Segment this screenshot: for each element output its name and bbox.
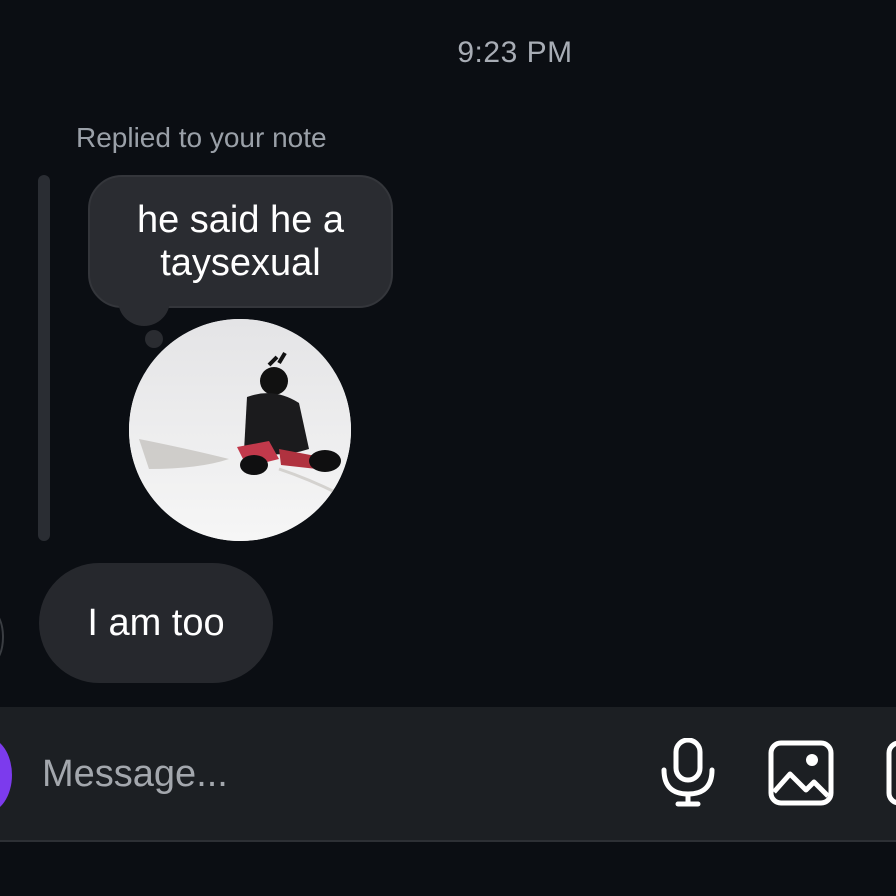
bottom-bar <box>0 840 896 896</box>
profile-photo-image <box>129 319 351 541</box>
sender-avatar-edge[interactable] <box>0 612 4 662</box>
message-input[interactable] <box>40 745 604 803</box>
reply-label: Replied to your note <box>76 122 327 153</box>
sticker-icon[interactable] <box>886 740 896 806</box>
reply-indicator-line <box>38 175 50 541</box>
microphone-icon[interactable] <box>658 737 718 808</box>
image-icon[interactable] <box>768 740 834 806</box>
note-bubble[interactable]: he said he a taysexual <box>88 175 393 308</box>
note-bubble-dot <box>145 330 163 348</box>
timestamp: 9:23 PM <box>457 36 573 69</box>
note-profile-photo[interactable] <box>129 319 351 541</box>
message-bubble[interactable]: I am too <box>39 563 273 683</box>
note-bubble-tail <box>118 290 170 326</box>
